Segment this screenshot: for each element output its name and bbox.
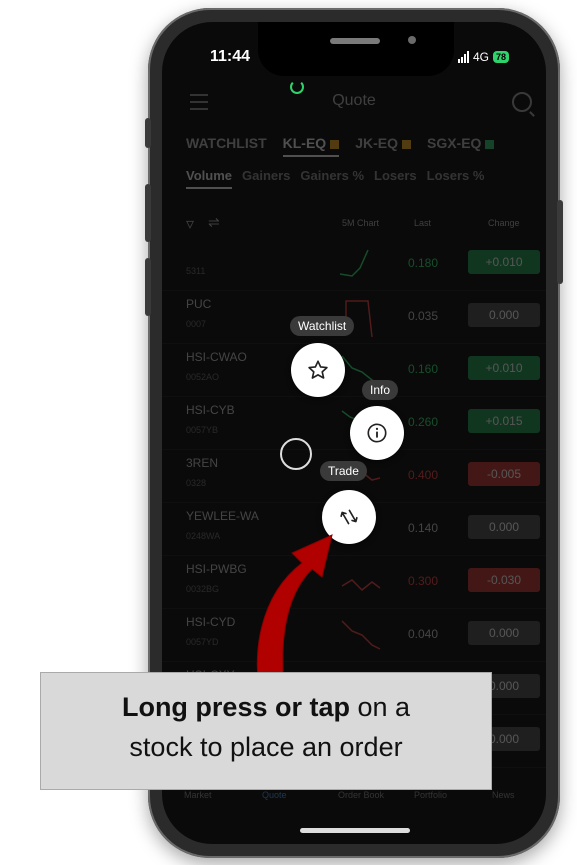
trade-label: Trade bbox=[320, 461, 367, 481]
change-badge: +0.010 bbox=[468, 356, 540, 380]
stock-code: 0248WA bbox=[186, 531, 221, 541]
last-price: 0.035 bbox=[408, 309, 439, 323]
search-icon[interactable] bbox=[512, 92, 532, 112]
volume-up-button bbox=[145, 184, 151, 242]
home-indicator bbox=[300, 828, 410, 833]
stock-name: PUC bbox=[186, 297, 212, 311]
market-tab-jk-eq[interactable]: JK-EQ bbox=[355, 135, 411, 157]
change-badge: 0.000 bbox=[468, 303, 540, 327]
watchlist-button[interactable] bbox=[291, 343, 345, 397]
callout-line-2: stock to place an order bbox=[129, 732, 403, 762]
change-badge: 0.000 bbox=[468, 515, 540, 539]
speaker-grille bbox=[330, 38, 380, 44]
silent-switch bbox=[145, 118, 151, 148]
stock-code: 0007 bbox=[186, 319, 207, 329]
activity-indicator-icon bbox=[290, 80, 304, 94]
market-tabs: WATCHLIST KL-EQ JK-EQ SGX-EQ bbox=[186, 135, 495, 157]
callout-line1-rest: on a bbox=[349, 692, 411, 722]
stock-name: YEWLEE-WA bbox=[186, 509, 259, 523]
last-price: 0.260 bbox=[408, 415, 439, 429]
instruction-callout: Long press or tap on a stock to place an… bbox=[40, 672, 492, 790]
table-row[interactable]: HSI-CWAO 0052AO 0.160 +0.010 bbox=[162, 344, 546, 397]
col-chart: 5M Chart bbox=[342, 218, 380, 228]
market-tab-watchlist[interactable]: WATCHLIST bbox=[186, 135, 267, 157]
volume-down-button bbox=[145, 258, 151, 316]
table-row[interactable]: HSI-PWBG 0032BG 0.300 -0.030 bbox=[162, 556, 546, 609]
sort-tab[interactable]: Volume bbox=[186, 168, 232, 189]
notch bbox=[258, 22, 454, 76]
status-indicators: 4G 78 bbox=[458, 50, 510, 64]
signal-icon bbox=[458, 51, 469, 63]
app-header: Quote bbox=[162, 88, 546, 118]
page-title: Quote bbox=[332, 92, 376, 109]
filter-icon[interactable]: ▿ bbox=[186, 214, 194, 234]
stock-code: 0328 bbox=[186, 478, 207, 488]
market-status-icon bbox=[485, 139, 495, 149]
stock-name: HSI-CYB bbox=[186, 403, 235, 417]
market-tab-kl-eq[interactable]: KL-EQ bbox=[282, 135, 340, 157]
table-row[interactable]: HSI-CYD 0057YD 0.040 0.000 bbox=[162, 609, 546, 662]
col-change: Change bbox=[488, 218, 520, 228]
power-button bbox=[557, 200, 563, 284]
stock-name: HSI-CYD bbox=[186, 615, 236, 629]
market-tab-label: JK-EQ bbox=[355, 135, 398, 151]
sort-icon[interactable]: ⇌ bbox=[208, 214, 220, 231]
last-price: 0.300 bbox=[408, 574, 439, 588]
info-label: Info bbox=[362, 380, 399, 400]
last-price: 0.180 bbox=[408, 256, 439, 270]
stock-code: 0057YB bbox=[186, 425, 219, 435]
long-press-indicator bbox=[280, 438, 312, 470]
nav-order-book[interactable]: Order Book bbox=[338, 790, 384, 800]
sort-tabs: Volume Gainers Gainers % Losers Losers % bbox=[186, 168, 484, 189]
sparkline-path bbox=[339, 249, 369, 277]
status-time: 11:44 bbox=[210, 48, 251, 65]
stock-name: 3REN bbox=[186, 456, 219, 470]
change-badge: +0.015 bbox=[468, 409, 540, 433]
market-tab-label: WATCHLIST bbox=[186, 135, 267, 151]
sort-tab[interactable]: Gainers bbox=[242, 168, 290, 189]
nav-market[interactable]: Market bbox=[184, 790, 212, 800]
info-button[interactable] bbox=[350, 406, 404, 460]
battery-icon: 78 bbox=[493, 51, 510, 63]
stock-name: HSI-PWBG bbox=[186, 562, 247, 576]
stock-code: 0052AO bbox=[186, 372, 220, 382]
column-headers: ▿ ⇌ 5M Chart Last Change bbox=[162, 212, 546, 236]
change-badge: +0.010 bbox=[468, 250, 540, 274]
stock-code: 0032BG bbox=[186, 584, 220, 594]
callout-bold-text: Long press or tap bbox=[121, 692, 350, 722]
front-camera bbox=[408, 36, 416, 44]
watchlist-label: Watchlist bbox=[290, 316, 355, 336]
change-badge: -0.030 bbox=[468, 568, 540, 592]
market-tab-sgx-eq[interactable]: SGX-EQ bbox=[426, 135, 495, 157]
col-last: Last bbox=[414, 218, 432, 228]
stock-code: 0057YD bbox=[186, 637, 219, 647]
last-price: 0.040 bbox=[408, 627, 439, 641]
last-price: 0.140 bbox=[408, 521, 439, 535]
sort-tab[interactable]: Losers bbox=[374, 168, 417, 189]
sort-tab[interactable]: Losers % bbox=[427, 168, 485, 189]
market-tab-label: KL-EQ bbox=[282, 135, 327, 151]
nav-news[interactable]: News bbox=[492, 790, 515, 800]
stock-code: 5311 bbox=[186, 266, 206, 276]
nav-portfolio[interactable]: Portfolio bbox=[414, 790, 447, 800]
change-badge: 0.000 bbox=[468, 621, 540, 645]
callout-line-1: Long press or tap on a bbox=[41, 687, 491, 727]
market-status-icon bbox=[401, 139, 411, 149]
info-icon bbox=[367, 423, 387, 443]
market-tab-label: SGX-EQ bbox=[426, 135, 482, 151]
last-price: 0.400 bbox=[408, 468, 439, 482]
nav-quote[interactable]: Quote bbox=[262, 790, 287, 800]
table-row[interactable]: PUC 0007 0.035 0.000 bbox=[162, 291, 546, 344]
stock-name: HSI-CWAO bbox=[186, 350, 247, 364]
table-row[interactable]: 5311 0.180 +0.010 bbox=[162, 238, 546, 291]
last-price: 0.160 bbox=[408, 362, 439, 376]
change-badge: -0.005 bbox=[468, 462, 540, 486]
sparkline-chart bbox=[339, 249, 369, 277]
market-status-icon bbox=[330, 139, 340, 149]
network-type: 4G bbox=[473, 50, 490, 64]
star-icon bbox=[308, 360, 328, 379]
sort-tab[interactable]: Gainers % bbox=[300, 168, 364, 189]
